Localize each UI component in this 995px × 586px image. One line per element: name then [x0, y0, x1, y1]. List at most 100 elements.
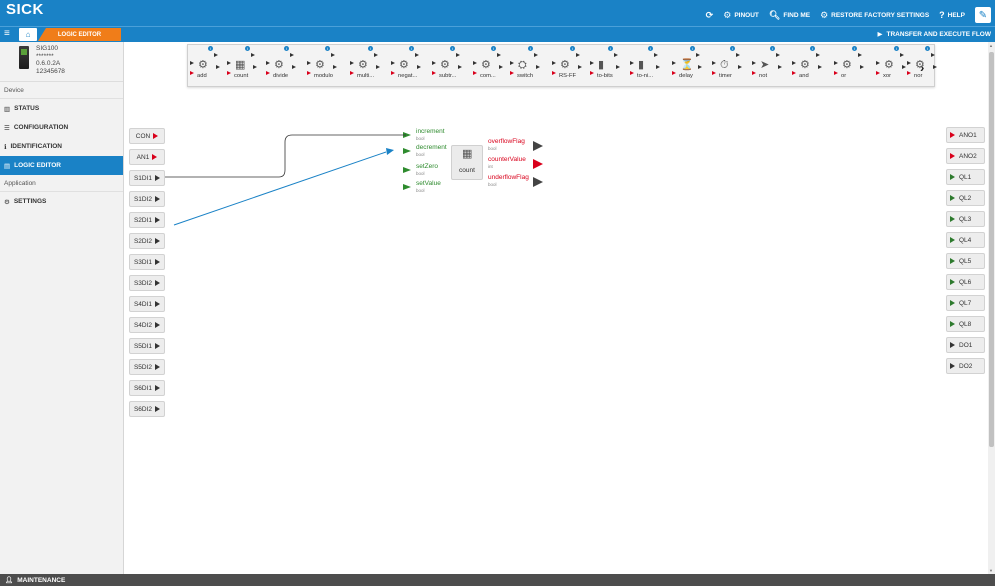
input-port-icon — [792, 61, 796, 65]
palette-item-modulo[interactable]: ⚙ modulo i — [305, 45, 343, 88]
counter-icon: ▦ — [462, 148, 473, 160]
input-port-s5di2[interactable]: S5DI2 — [129, 359, 165, 375]
restore-factory-button[interactable]: ⚙ RESTORE FACTORY SETTINGS — [820, 10, 930, 20]
output-port-label: QL8 — [959, 320, 972, 328]
sidebar-item-status[interactable]: ▥ STATUS — [0, 99, 123, 118]
scroll-up-icon[interactable]: ▲ — [989, 43, 993, 48]
input-port-s1di2[interactable]: S1DI2 — [129, 191, 165, 207]
sidebar-item-settings[interactable]: ⚙ SETTINGS — [0, 192, 123, 211]
output-port-ql5[interactable]: QL5 — [946, 253, 985, 269]
output-port-icon — [374, 53, 378, 57]
input-port-an1[interactable]: AN1 — [129, 149, 165, 165]
wire-s1di1-increment[interactable] — [165, 134, 406, 178]
palette-item-toni[interactable]: ▮ to-ni... i — [628, 45, 666, 88]
count-block[interactable]: ▦ count — [451, 145, 483, 180]
palette-item-multi[interactable]: ⚙ multi... i — [348, 45, 386, 88]
port-arrow-icon — [403, 132, 411, 138]
input-port-icon — [876, 71, 880, 75]
timer-icon: ⏱ — [720, 59, 729, 71]
output-port-ql7[interactable]: QL7 — [946, 295, 985, 311]
device-name: SIG100 — [36, 45, 59, 52]
list-icon: ☰ — [4, 124, 10, 132]
scroll-down-icon[interactable]: ▼ — [989, 568, 993, 573]
output-port-ql6[interactable]: QL6 — [946, 274, 985, 290]
port-arrow-icon — [155, 175, 161, 181]
input-port-s2di1[interactable]: S2DI1 — [129, 212, 165, 228]
pinout-button[interactable]: ⚙ PINOUT — [723, 10, 759, 20]
palette-item-add[interactable]: ⚙ add i — [188, 45, 226, 88]
palette-item-rsff[interactable]: ⚙ RS-FF i — [550, 45, 588, 88]
edit-button[interactable]: ✎ — [975, 7, 991, 23]
gear-icon: ⚙ — [198, 59, 208, 71]
input-port-icon — [350, 61, 354, 65]
maintenance-label: MAINTENANCE — [17, 576, 66, 584]
palette-item-switch[interactable]: ⛭ switch i — [508, 45, 546, 88]
home-button[interactable]: ⌂ — [19, 28, 37, 41]
palette-item-count[interactable]: ▦ count i — [225, 45, 263, 88]
restore-factory-label: RESTORE FACTORY SETTINGS — [831, 11, 930, 19]
vertical-scrollbar[interactable]: ▲ ▼ — [988, 42, 995, 574]
palette-item-label: to-bits — [597, 73, 613, 79]
port-arrow-icon — [155, 196, 161, 202]
input-port-con[interactable]: CON — [129, 128, 165, 144]
info-icon: i — [208, 46, 213, 51]
input-port-label: S2DI2 — [133, 237, 153, 245]
transfer-label: TRANSFER AND EXECUTE FLOW — [886, 30, 991, 38]
output-port-ql8[interactable]: QL8 — [946, 316, 985, 332]
input-port-s3di2[interactable]: S3DI2 — [129, 275, 165, 291]
input-port-s5di1[interactable]: S5DI1 — [129, 338, 165, 354]
palette-item-label: switch — [517, 73, 534, 79]
input-port-s2di2[interactable]: S2DI2 — [129, 233, 165, 249]
palette-item-delay[interactable]: ⏳ delay i — [670, 45, 708, 88]
palette-item-not[interactable]: ➤ not i — [750, 45, 788, 88]
output-port-ql1[interactable]: QL1 — [946, 169, 985, 185]
transfer-execute-button[interactable]: ▶ TRANSFER AND EXECUTE FLOW — [878, 30, 991, 39]
palette-item-tobits[interactable]: ▮ to-bits i — [588, 45, 626, 88]
wire-s2di1-decrement[interactable] — [173, 151, 387, 226]
help-button[interactable]: ? HELP — [939, 10, 965, 20]
maintenance-bar[interactable]: 👤︎ MAINTENANCE — [0, 574, 995, 586]
sidebar-item-identification[interactable]: ℹ IDENTIFICATION — [0, 137, 123, 156]
input-port-icon — [907, 71, 911, 75]
input-port-icon — [266, 61, 270, 65]
port-arrow-icon — [155, 343, 161, 349]
input-port-label: S5DI2 — [133, 363, 153, 371]
output-port-ano2[interactable]: ANO2 — [946, 148, 985, 164]
output-port-icon — [933, 65, 937, 69]
output-port-do1[interactable]: DO1 — [946, 337, 985, 353]
input-port-label: S1DI2 — [133, 195, 153, 203]
menu-icon[interactable]: ≡ — [4, 29, 10, 39]
input-port-s6di1[interactable]: S6DI1 — [129, 380, 165, 396]
palette-item-and[interactable]: ⚙ and i — [790, 45, 828, 88]
input-port-icon — [712, 61, 716, 65]
output-port-label: QL7 — [959, 299, 972, 307]
sidebar-item-configuration[interactable]: ☰ CONFIGURATION — [0, 118, 123, 137]
palette-item-negat[interactable]: ⚙ negat... i — [389, 45, 427, 88]
input-port-s4di1[interactable]: S4DI1 — [129, 296, 165, 312]
input-port-s6di2[interactable]: S6DI2 — [129, 401, 165, 417]
device-section-title: Device — [0, 82, 123, 99]
refresh-button[interactable]: ⟳ — [706, 10, 714, 20]
input-port-icon — [590, 61, 594, 65]
output-port-ano1[interactable]: ANO1 — [946, 127, 985, 143]
palette-item-subtr[interactable]: ⚙ subtr... i — [430, 45, 468, 88]
palette-item-com[interactable]: ⚙ com... i — [471, 45, 509, 88]
output-port-ql4[interactable]: QL4 — [946, 232, 985, 248]
palette-item-nor[interactable]: ⚙ nor i — [905, 45, 943, 88]
palette-item-or[interactable]: ⚙ or i — [832, 45, 870, 88]
device-version: 0.6.0.2A — [36, 60, 61, 67]
breadcrumb-logic-editor[interactable]: LOGIC EDITOR — [38, 28, 121, 41]
sidebar-item-logic-editor[interactable]: ▤ LOGIC EDITOR — [0, 156, 123, 175]
input-port-s1di1[interactable]: S1DI1 — [129, 170, 165, 186]
scroll-thumb[interactable] — [989, 52, 994, 447]
output-port-ql2[interactable]: QL2 — [946, 190, 985, 206]
output-port-do2[interactable]: DO2 — [946, 358, 985, 374]
output-port-ql3[interactable]: QL3 — [946, 211, 985, 227]
block-output-name: underflowFlag — [488, 174, 529, 181]
input-port-s4di2[interactable]: S4DI2 — [129, 317, 165, 333]
palette-item-timer[interactable]: ⏱ timer i — [710, 45, 748, 88]
input-port-icon — [227, 61, 231, 65]
palette-item-divide[interactable]: ⚙ divide i — [264, 45, 302, 88]
input-port-s3di1[interactable]: S3DI1 — [129, 254, 165, 270]
find-me-button[interactable]: 🔍︎ FIND ME — [769, 10, 810, 20]
